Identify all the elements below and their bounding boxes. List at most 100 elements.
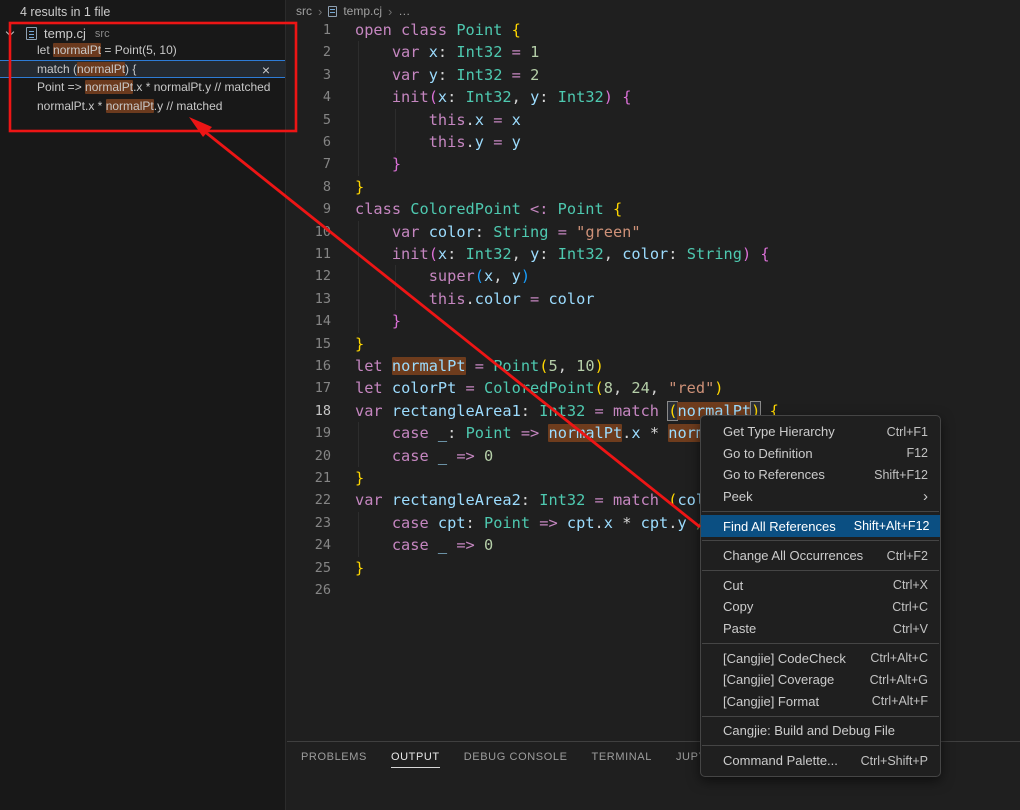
menu-item-cut[interactable]: CutCtrl+X [701, 575, 940, 597]
search-result-row[interactable]: normalPt.x * normalPt.y // matched [0, 97, 285, 116]
menu-item-shortcut: F12 [906, 446, 928, 460]
menu-item-shortcut: Ctrl+Shift+P [861, 754, 928, 768]
code-line[interactable]: 3 var y: Int32 = 2 [287, 64, 1020, 86]
menu-item-paste[interactable]: PasteCtrl+V [701, 618, 940, 640]
result-text: = Point(5, 10) [101, 43, 177, 57]
code-line[interactable]: 5 this.x = x [287, 109, 1020, 131]
result-file-path-badge: src [95, 28, 110, 40]
menu-separator [702, 540, 939, 541]
line-number: 9 [287, 198, 331, 220]
code-text: var y: Int32 = 2 [355, 64, 539, 86]
menu-separator [702, 511, 939, 512]
line-number: 20 [287, 445, 331, 467]
panel-tab-problems[interactable]: PROBLEMS [301, 751, 367, 768]
line-number: 14 [287, 310, 331, 332]
search-result-row[interactable]: Point => normalPt.x * normalPt.y // matc… [0, 78, 285, 97]
line-number: 23 [287, 512, 331, 534]
dismiss-result-icon[interactable]: × [262, 61, 270, 79]
line-number: 25 [287, 557, 331, 579]
result-file-name: temp.cj [44, 26, 86, 41]
menu-item-label: Peek [723, 489, 753, 504]
code-line[interactable]: 17let colorPt = ColoredPoint(8, 24, "red… [287, 377, 1020, 399]
code-text: open class Point { [355, 19, 521, 41]
menu-item-label: [Cangjie] Format [723, 694, 819, 709]
menu-item-command-palette[interactable]: Command Palette...Ctrl+Shift+P [701, 750, 940, 772]
line-number: 2 [287, 41, 331, 63]
code-line[interactable]: 8} [287, 176, 1020, 198]
menu-item-cangjie-coverage[interactable]: [Cangjie] Coverage Ctrl+Alt+G [701, 669, 940, 691]
line-number: 4 [287, 86, 331, 108]
line-number: 16 [287, 355, 331, 377]
code-line[interactable]: 16 let normalPt = Point(5, 10) [287, 355, 1020, 377]
code-line[interactable]: 2 var x: Int32 = 1 [287, 41, 1020, 63]
menu-item-label: Go to Definition [723, 446, 813, 461]
chevron-down-icon[interactable] [6, 28, 14, 36]
menu-item-shortcut: Ctrl+Alt+C [870, 651, 928, 665]
references-sidebar: 4 results in 1 file temp.cj src let norm… [0, 0, 286, 810]
code-line[interactable]: 10 var color: String = "green" [287, 221, 1020, 243]
menu-item-shortcut: Ctrl+X [893, 578, 928, 592]
context-menu-items: Get Type HierarchyCtrl+F1Go to Definitio… [701, 421, 940, 771]
code-text: } [355, 557, 364, 579]
code-text: } [355, 153, 401, 175]
line-number: 26 [287, 579, 331, 601]
line-number: 17 [287, 377, 331, 399]
code-text: } [355, 333, 364, 355]
menu-item-cangjie-build-and-debug-file[interactable]: Cangjie: Build and Debug File [701, 720, 940, 742]
code-line[interactable]: 13 this.color = color [287, 288, 1020, 310]
line-number: 5 [287, 109, 331, 131]
menu-item-label: Go to References [723, 467, 825, 482]
line-number: 10 [287, 221, 331, 243]
code-line[interactable]: 14 } [287, 310, 1020, 332]
code-line[interactable]: 1 open class Point { [287, 19, 1020, 41]
code-line[interactable]: 11 init(x: Int32, y: Int32, color: Strin… [287, 243, 1020, 265]
match-highlight: normalPt [77, 62, 125, 76]
code-line[interactable]: 4 init(x: Int32, y: Int32) { [287, 86, 1020, 108]
line-number: 12 [287, 265, 331, 287]
panel-tab-terminal[interactable]: TERMINAL [592, 751, 652, 768]
menu-item-find-all-references[interactable]: Find All ReferencesShift+Alt+F12 [701, 515, 940, 537]
menu-item-go-to-references[interactable]: Go to ReferencesShift+F12 [701, 464, 940, 486]
line-number: 3 [287, 64, 331, 86]
code-text: let normalPt = Point(5, 10) [355, 355, 604, 377]
code-line[interactable]: 12 super(x, y) [287, 265, 1020, 287]
menu-item-label: [Cangjie] Coverage [723, 672, 834, 687]
code-text: var color: String = "green" [355, 221, 641, 243]
menu-separator [702, 716, 939, 717]
menu-item-copy[interactable]: CopyCtrl+C [701, 596, 940, 618]
menu-item-change-all-occurrences[interactable]: Change All OccurrencesCtrl+F2 [701, 545, 940, 567]
menu-item-label: Change All Occurrences [723, 548, 863, 563]
code-text: var x: Int32 = 1 [355, 41, 539, 63]
code-line[interactable]: 9 class ColoredPoint <: Point { [287, 198, 1020, 220]
code-text: case _ => 0 [355, 445, 493, 467]
panel-tab-debug-console[interactable]: DEBUG CONSOLE [464, 751, 568, 768]
match-highlight: normalPt [106, 99, 154, 113]
menu-item-label: [Cangjie] CodeCheck [723, 651, 846, 666]
submenu-arrow-icon: › [923, 489, 928, 504]
panel-tab-output[interactable]: OUTPUT [391, 751, 440, 768]
menu-item-go-to-definition[interactable]: Go to Definition F12 [701, 443, 940, 465]
search-result-row[interactable]: let normalPt = Point(5, 10) [0, 41, 285, 60]
result-text: .x * normalPt.y // matched [133, 80, 270, 94]
menu-separator [702, 745, 939, 746]
result-text: match ( [37, 62, 77, 76]
line-number: 22 [287, 489, 331, 511]
menu-item-shortcut: Ctrl+F1 [887, 425, 928, 439]
line-number: 1 [287, 19, 331, 41]
menu-item-cangjie-codecheck[interactable]: [Cangjie] CodeCheck Ctrl+Alt+C [701, 647, 940, 669]
menu-item-cangjie-format[interactable]: [Cangjie] Format Ctrl+Alt+F [701, 691, 940, 713]
code-text: class ColoredPoint <: Point { [355, 198, 622, 220]
line-number: 8 [287, 176, 331, 198]
code-line[interactable]: 15} [287, 333, 1020, 355]
line-number: 7 [287, 153, 331, 175]
code-line[interactable]: 7 } [287, 153, 1020, 175]
menu-item-peek[interactable]: Peek › [701, 486, 940, 508]
menu-item-shortcut: Ctrl+Alt+G [870, 673, 928, 687]
menu-item-shortcut: Ctrl+Alt+F [872, 694, 928, 708]
code-line[interactable]: 6 this.y = y [287, 131, 1020, 153]
line-number: 11 [287, 243, 331, 265]
search-result-row[interactable]: match (normalPt) { × [0, 60, 285, 79]
result-text: ) { [125, 62, 136, 76]
menu-item-get-type-hierarchy[interactable]: Get Type HierarchyCtrl+F1 [701, 421, 940, 443]
code-text: this.x = x [355, 109, 521, 131]
